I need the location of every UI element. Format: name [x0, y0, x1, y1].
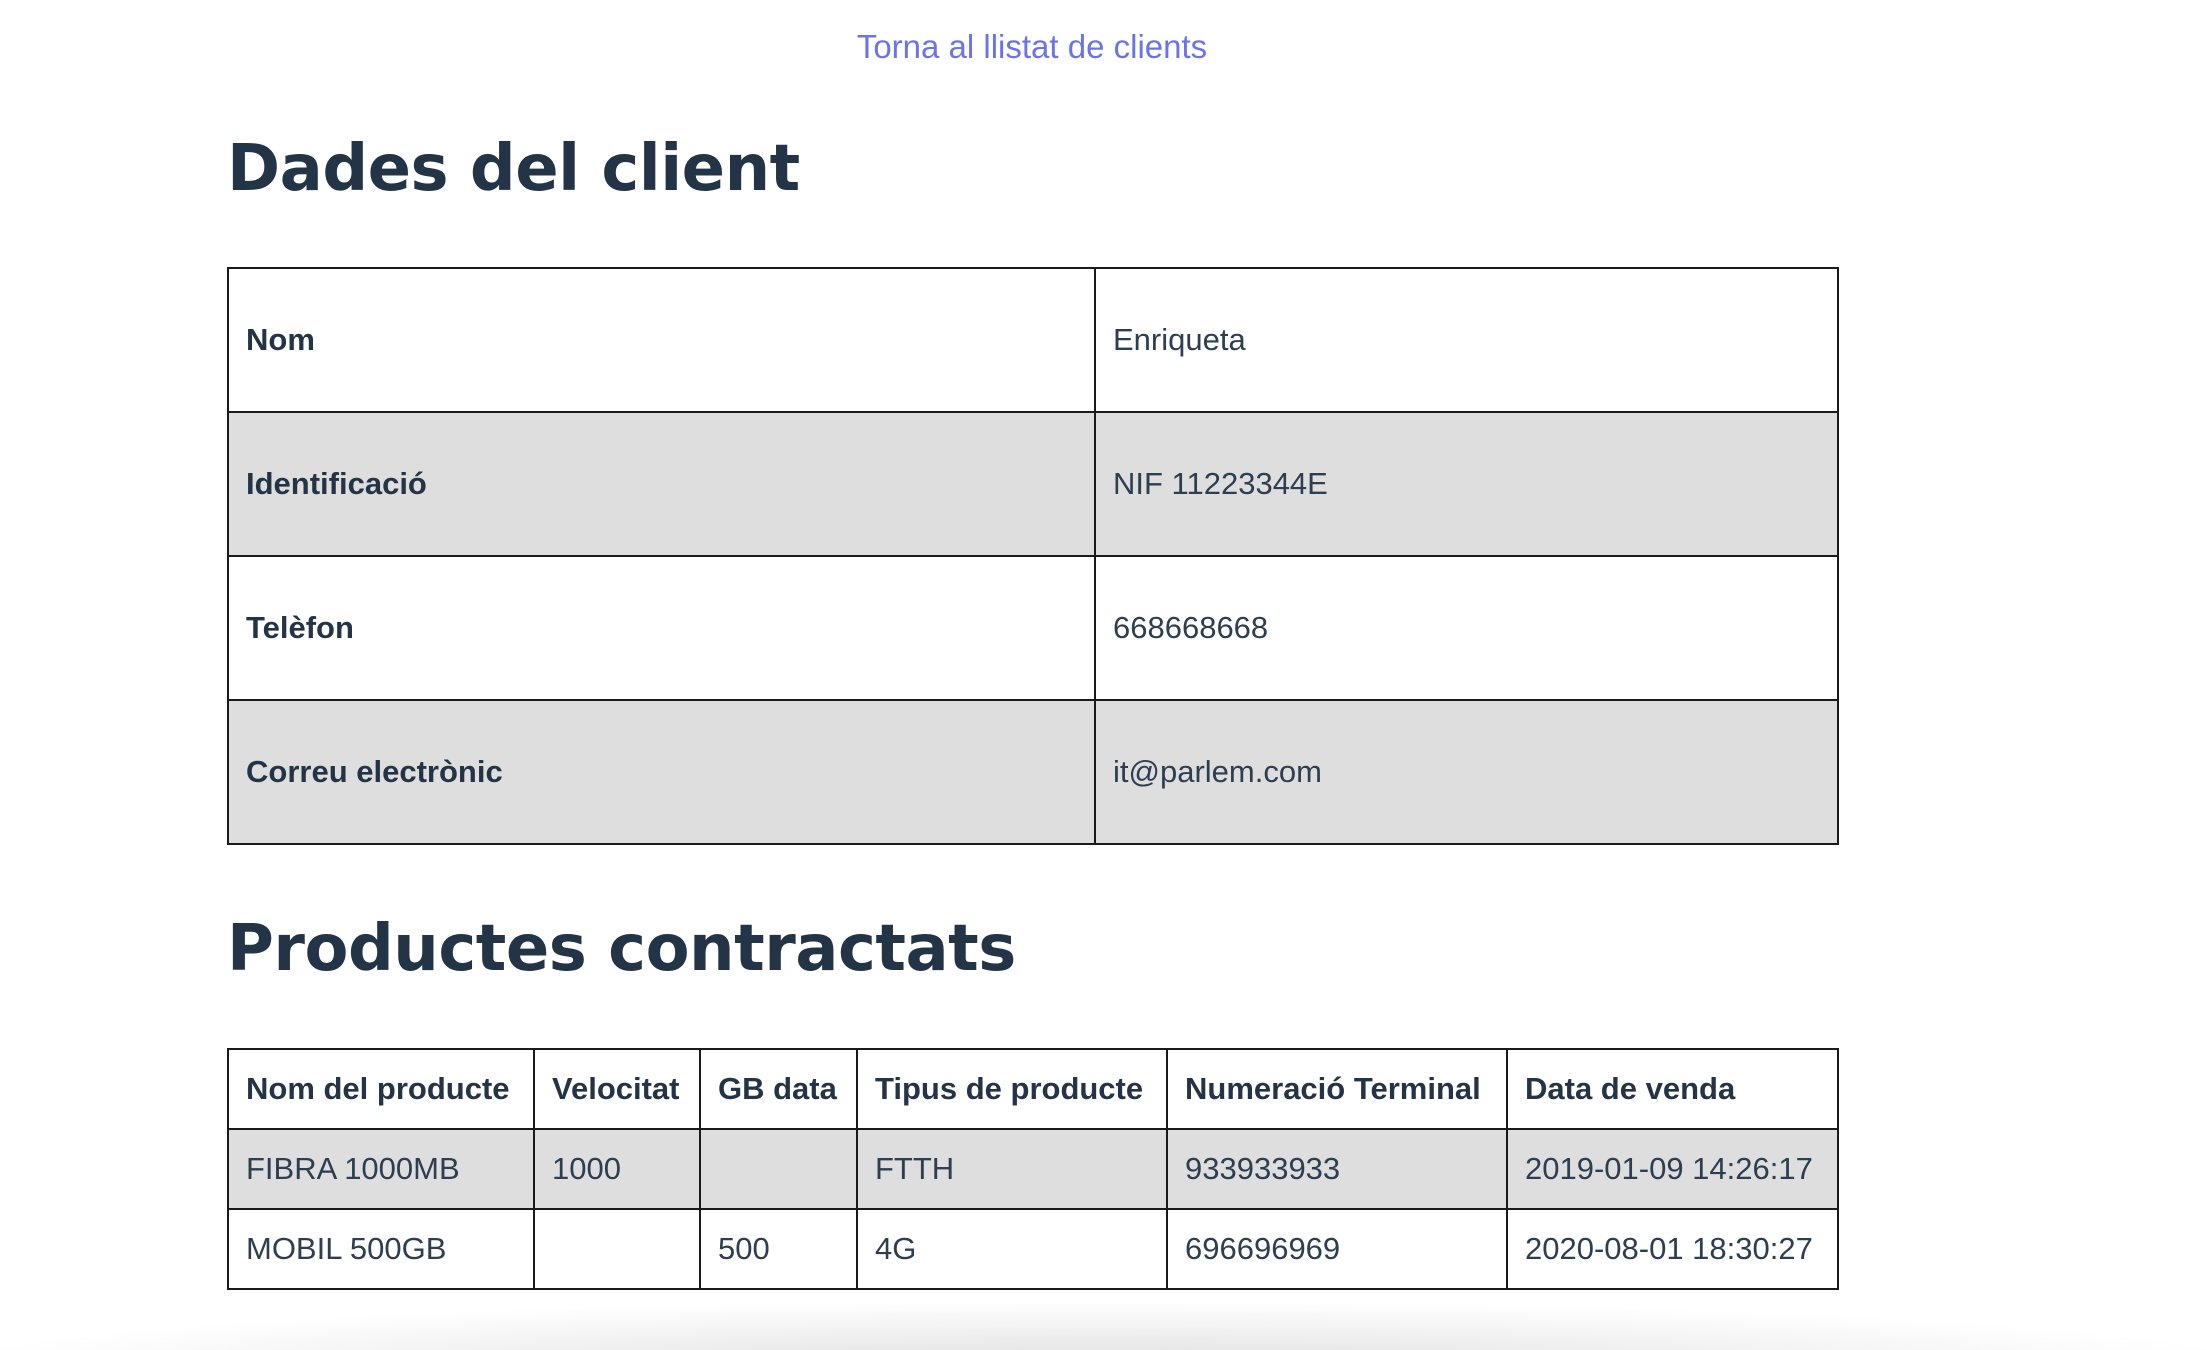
products-header-row: Nom del producte Velocitat GB data Tipus… [227, 1048, 1839, 1130]
table-row: MOBIL 500GB 500 4G 696696969 2020-08-01 … [227, 1208, 1839, 1290]
header-product-type: Tipus de producte [856, 1048, 1168, 1130]
client-value-email: it@parlem.com [1094, 699, 1839, 845]
cell-product-name: FIBRA 1000MB [227, 1128, 535, 1210]
cell-terminal-number: 696696969 [1166, 1208, 1508, 1290]
header-gb-data: GB data [699, 1048, 858, 1130]
cell-product-type: FTTH [856, 1128, 1168, 1210]
client-value-name: Enriqueta [1094, 267, 1839, 413]
client-label-name: Nom [227, 267, 1096, 413]
cell-sale-date: 2020-08-01 18:30:27 [1506, 1208, 1839, 1290]
cell-product-type: 4G [856, 1208, 1168, 1290]
header-terminal-number: Numeració Terminal [1166, 1048, 1508, 1130]
cell-product-name: MOBIL 500GB [227, 1208, 535, 1290]
contracted-products-title: Productes contractats [227, 912, 1016, 986]
client-label-identification: Identificació [227, 411, 1096, 557]
client-label-email: Correu electrònic [227, 699, 1096, 845]
client-row-identification: Identificació NIF 11223344E [227, 411, 1839, 557]
cell-terminal-number: 933933933 [1166, 1128, 1508, 1210]
client-data-table: Nom Enriqueta Identificació NIF 11223344… [227, 267, 1839, 845]
client-value-phone: 668668668 [1094, 555, 1839, 701]
cell-speed: 1000 [533, 1128, 701, 1210]
header-product-name: Nom del producte [227, 1048, 535, 1130]
client-row-name: Nom Enriqueta [227, 267, 1839, 413]
cell-speed [533, 1208, 701, 1290]
client-row-phone: Telèfon 668668668 [227, 555, 1839, 701]
back-to-client-list-link[interactable]: Torna al llistat de clients [227, 28, 1837, 66]
cell-sale-date: 2019-01-09 14:26:17 [1506, 1128, 1839, 1210]
client-label-phone: Telèfon [227, 555, 1096, 701]
header-sale-date: Data de venda [1506, 1048, 1839, 1130]
header-speed: Velocitat [533, 1048, 701, 1130]
contracted-products-table: Nom del producte Velocitat GB data Tipus… [227, 1048, 1839, 1290]
table-row: FIBRA 1000MB 1000 FTTH 933933933 2019-01… [227, 1128, 1839, 1210]
client-row-email: Correu electrònic it@parlem.com [227, 699, 1839, 845]
cell-gb-data [699, 1128, 858, 1210]
client-data-title: Dades del client [227, 132, 800, 206]
cell-gb-data: 500 [699, 1208, 858, 1290]
bottom-shadow [0, 1304, 2206, 1350]
client-value-identification: NIF 11223344E [1094, 411, 1839, 557]
